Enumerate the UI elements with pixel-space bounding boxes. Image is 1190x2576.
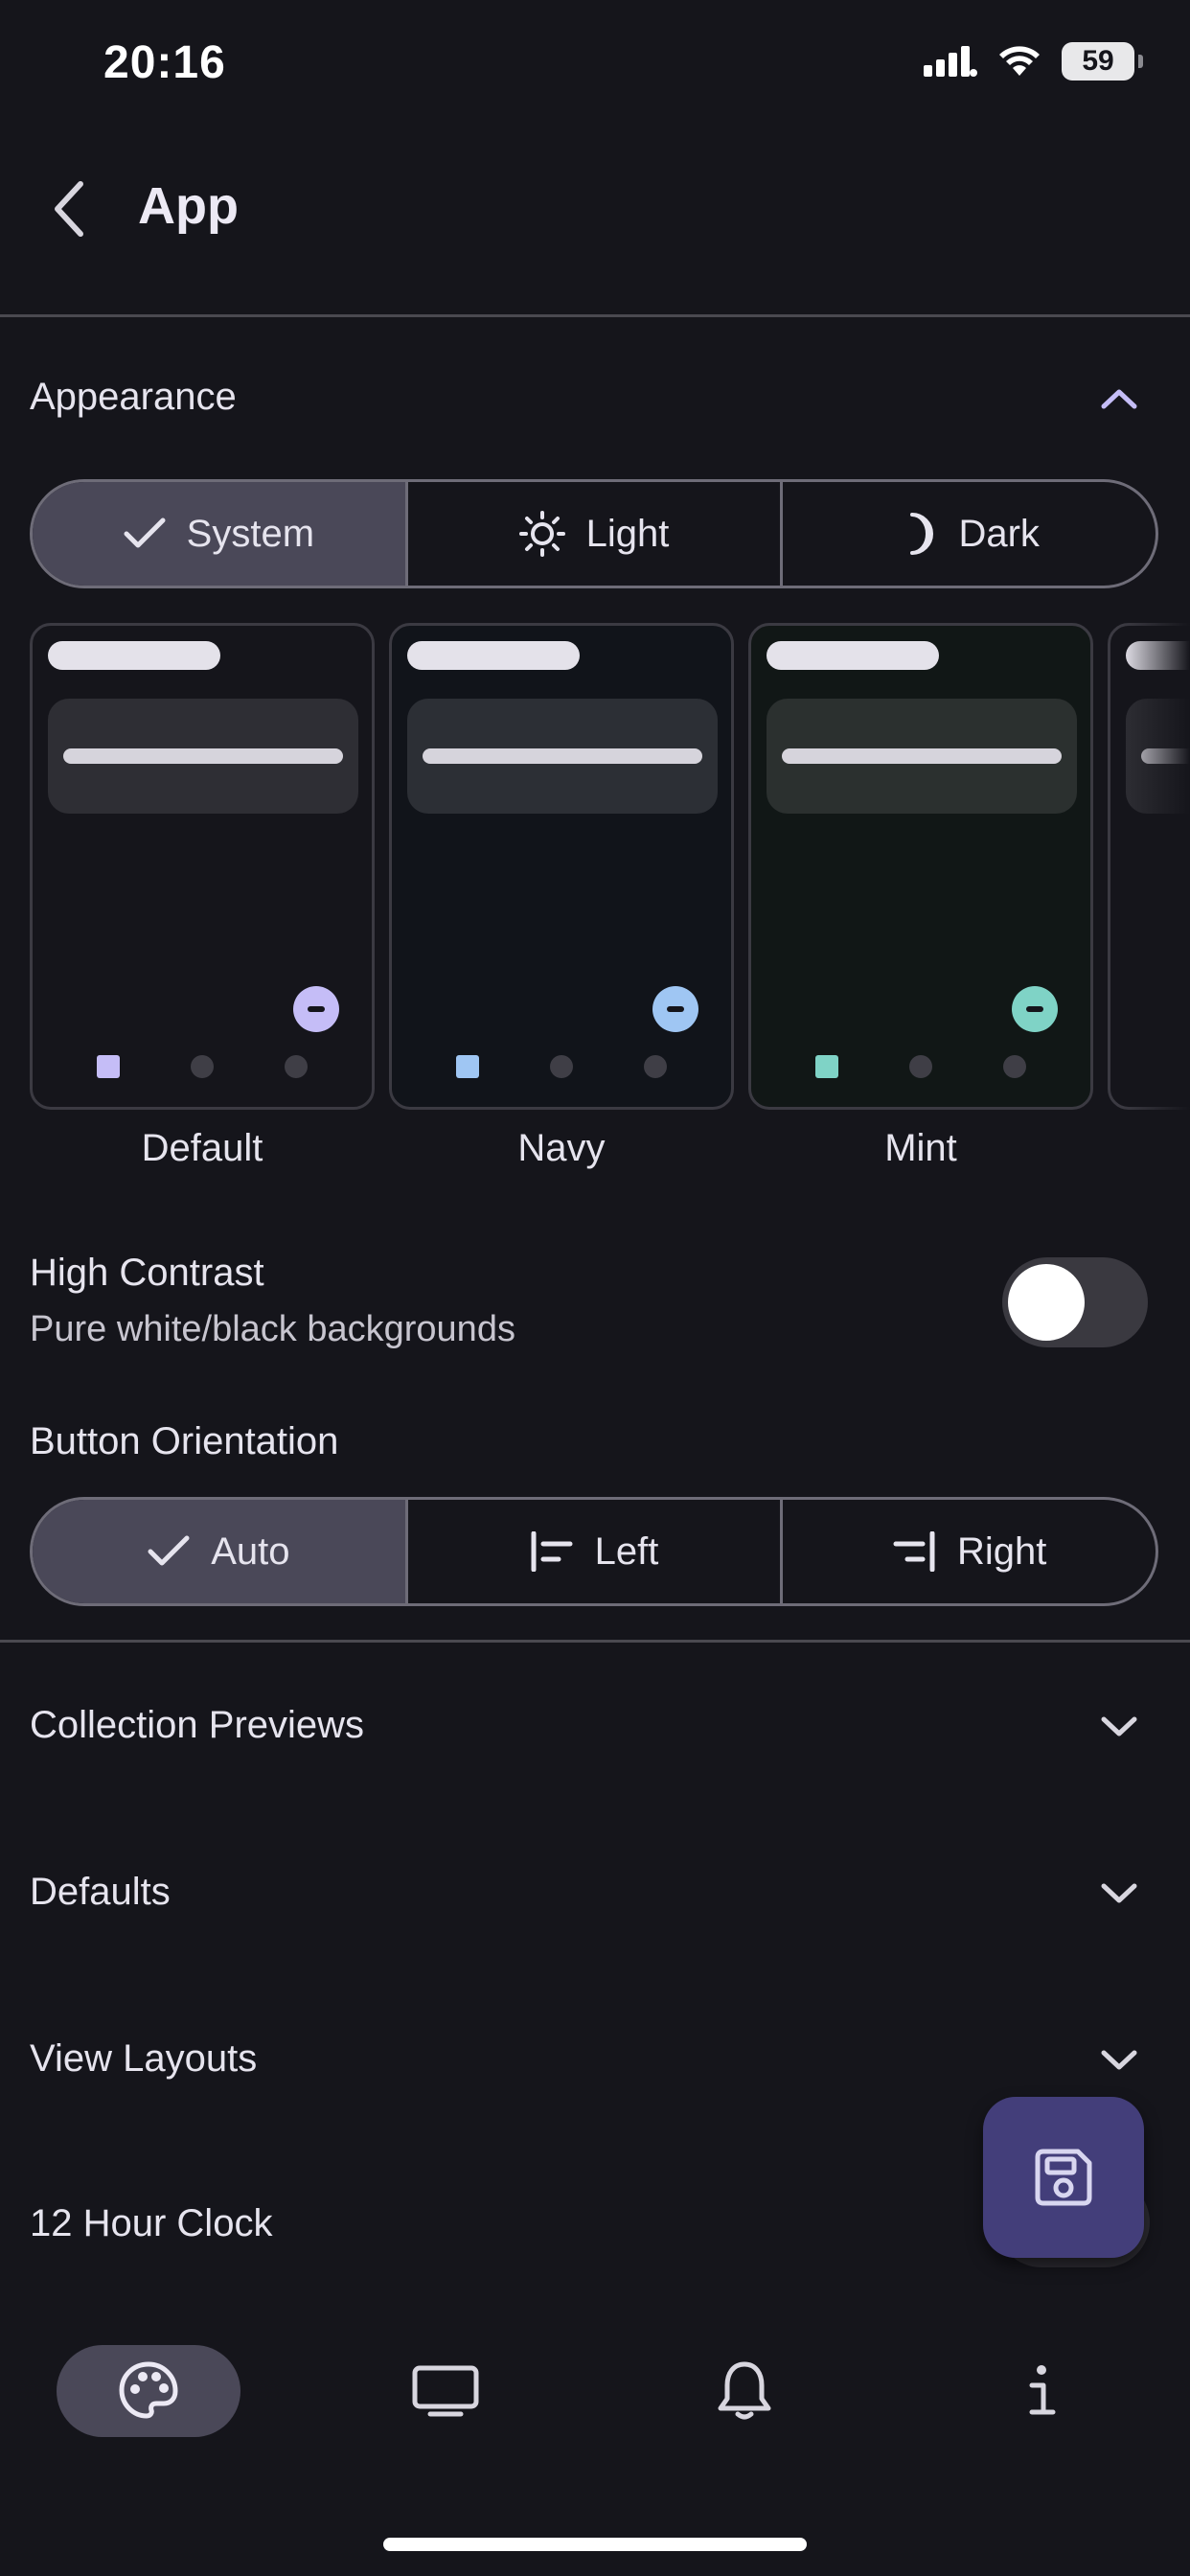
- theme-carousel: Default Navy Mint: [30, 623, 1190, 1188]
- high-contrast-description: Pure white/black backgrounds: [30, 1309, 515, 1349]
- high-contrast-toggle[interactable]: [1002, 1257, 1148, 1347]
- preview-nav: [392, 1055, 731, 1078]
- toggle-knob: [1008, 1264, 1085, 1341]
- chevron-left-icon: [55, 181, 83, 237]
- nav-tab-about[interactable]: [984, 2345, 1099, 2437]
- collection-previews-expand[interactable]: [1096, 1704, 1142, 1750]
- defaults-section[interactable]: Defaults: [30, 1871, 171, 1914]
- appearance-mode-selector: System Light Dark: [30, 479, 1158, 588]
- check-icon: [124, 518, 166, 548]
- theme-option-navy[interactable]: Navy: [389, 623, 734, 1170]
- bottom-navigation: [0, 2300, 1190, 2482]
- moon-icon: [910, 513, 934, 555]
- orientation-option-label: Right: [956, 1530, 1047, 1573]
- mode-option-system[interactable]: System: [33, 482, 408, 586]
- preview-fab: [1012, 986, 1058, 1032]
- preview-content-box: [767, 699, 1077, 814]
- collection-previews-section[interactable]: Collection Previews: [30, 1704, 364, 1747]
- mode-option-label: Light: [585, 512, 670, 555]
- wifi-icon: [999, 46, 1040, 76]
- theme-preview-card[interactable]: [748, 623, 1093, 1110]
- theme-label: Navy: [517, 1127, 606, 1169]
- nav-tab-display[interactable]: [388, 2345, 503, 2437]
- mode-option-label: System: [186, 512, 315, 555]
- orientation-option-label: Auto: [211, 1530, 290, 1573]
- sun-icon: [518, 511, 565, 557]
- bell-icon: [718, 2361, 771, 2420]
- section-divider: [0, 1640, 1190, 1643]
- info-icon: [1029, 2365, 1056, 2415]
- theme-option-mint[interactable]: Mint: [748, 623, 1093, 1170]
- theme-preview-card[interactable]: [30, 623, 375, 1110]
- button-orientation-label: Button Orientation: [30, 1420, 339, 1462]
- chevron-up-icon: [1101, 389, 1137, 409]
- twelve-hour-clock-label: 12 Hour Clock: [30, 2202, 273, 2244]
- palette-icon: [119, 2361, 178, 2419]
- chevron-down-icon: [1101, 1883, 1137, 1903]
- view-layouts-section[interactable]: View Layouts: [30, 2037, 257, 2081]
- chevron-down-icon: [1101, 2050, 1137, 2070]
- align-left-icon: [531, 1531, 573, 1572]
- chevron-down-icon: [1101, 1716, 1137, 1736]
- theme-preview-card[interactable]: [389, 623, 734, 1110]
- page-title: App: [138, 177, 239, 235]
- nav-tab-appearance[interactable]: [57, 2345, 240, 2437]
- high-contrast-label: High Contrast: [30, 1252, 264, 1294]
- orientation-option-left[interactable]: Left: [408, 1500, 784, 1603]
- home-indicator: [383, 2538, 807, 2551]
- check-icon: [148, 1535, 190, 1566]
- preview-content-box: [407, 699, 718, 814]
- orientation-option-right[interactable]: Right: [783, 1500, 1156, 1603]
- save-icon: [1035, 2149, 1092, 2206]
- appearance-section-title: Appearance: [30, 376, 237, 418]
- appearance-collapse-button[interactable]: [1096, 376, 1142, 422]
- carousel-fade: [1123, 623, 1190, 1188]
- preview-title-bar: [407, 641, 580, 670]
- nav-tab-notifications[interactable]: [687, 2345, 802, 2437]
- defaults-expand[interactable]: [1096, 1871, 1142, 1917]
- mode-option-light[interactable]: Light: [408, 482, 784, 586]
- status-time: 20:16: [103, 37, 226, 88]
- preview-content-box: [48, 699, 358, 814]
- theme-option-default[interactable]: Default: [30, 623, 375, 1170]
- preview-title-bar: [767, 641, 939, 670]
- theme-label: Mint: [884, 1127, 957, 1169]
- view-layouts-expand[interactable]: [1096, 2037, 1142, 2083]
- orientation-option-auto[interactable]: Auto: [33, 1500, 408, 1603]
- save-button[interactable]: [983, 2097, 1144, 2258]
- button-orientation-selector: Auto Left Right: [30, 1497, 1158, 1606]
- signal-icon: [924, 46, 977, 77]
- mode-option-label: Dark: [958, 512, 1040, 555]
- preview-fab: [652, 986, 698, 1032]
- preview-fab: [293, 986, 339, 1032]
- preview-title-bar: [48, 641, 220, 670]
- mode-option-dark[interactable]: Dark: [783, 482, 1156, 586]
- orientation-option-label: Left: [594, 1530, 659, 1573]
- theme-label: Default: [141, 1127, 263, 1169]
- battery-indicator: 59: [1062, 42, 1143, 80]
- preview-nav: [751, 1055, 1090, 1078]
- align-right-icon: [893, 1531, 935, 1572]
- tv-icon: [412, 2365, 479, 2417]
- header-divider: [0, 314, 1190, 317]
- preview-nav: [33, 1055, 372, 1078]
- status-icons: 59: [924, 42, 1143, 80]
- back-button[interactable]: [38, 172, 100, 245]
